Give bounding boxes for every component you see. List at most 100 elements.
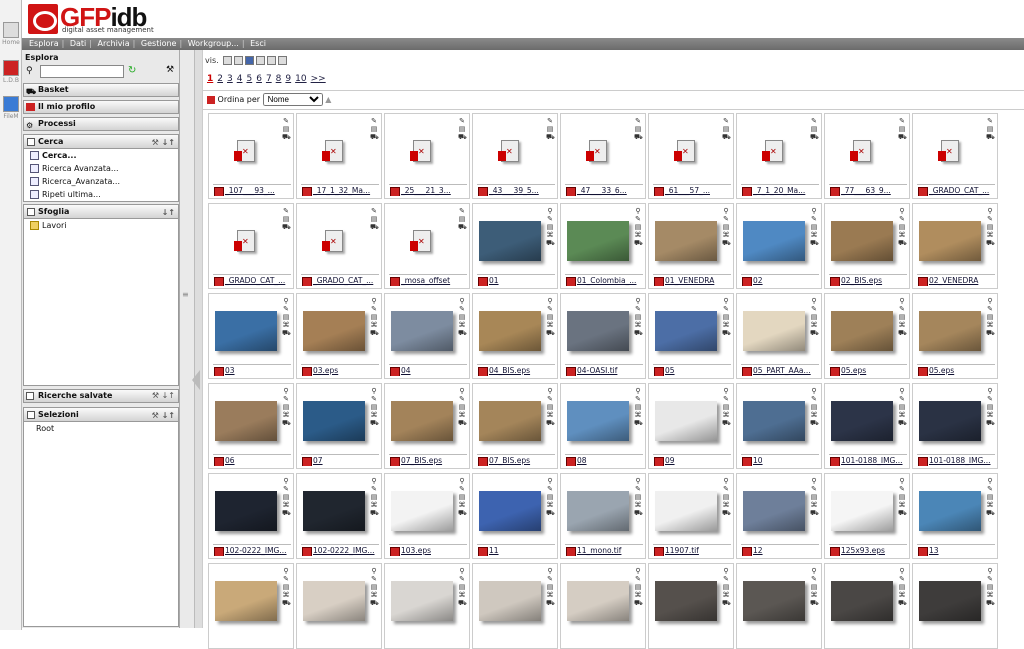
asset-filename[interactable]: 01_VENEDRA [653,274,731,286]
zoom-icon[interactable]: ⚲ [282,297,290,305]
edit-icon[interactable]: ✎ [634,575,642,583]
edit-icon[interactable]: ✎ [370,117,378,125]
edit-icon[interactable]: ✎ [546,575,554,583]
asset-tile[interactable]: ⚲ ✎ ▤ ⌘ ⛟ 02_BIS.eps [824,203,910,289]
edit-icon[interactable]: ✎ [986,575,994,583]
asset-tile[interactable]: ✎▤⛟ _43___39_5... [472,113,558,199]
info-icon[interactable]: ▤ [458,493,466,501]
info-icon[interactable]: ▤ [282,125,290,133]
edit-icon[interactable]: ✎ [634,215,642,223]
edit-icon[interactable]: ✎ [898,117,906,125]
edit-icon[interactable]: ✎ [634,117,642,125]
basket-icon[interactable]: ⛟ [370,329,379,337]
asset-thumbnail[interactable] [215,128,277,174]
edit-icon[interactable]: ✎ [458,485,466,493]
rail-filem[interactable]: FileM [2,96,20,120]
link-icon[interactable]: ⌘ [634,321,642,329]
info-icon[interactable]: ▤ [634,493,642,501]
page-link[interactable]: 8 [276,74,282,84]
asset-filename[interactable]: _107___93_... [213,184,291,196]
asset-thumbnail[interactable] [215,308,277,354]
zoom-icon[interactable]: ⚲ [634,567,642,575]
asset-filename[interactable]: 04 [389,364,467,376]
link-icon[interactable]: ⌘ [722,591,730,599]
basket-icon[interactable]: ⛟ [370,223,379,231]
asset-thumbnail[interactable] [655,128,717,174]
asset-tile[interactable]: ⚲ ✎ ▤ ⌘ ⛟ 03 [208,293,294,379]
page-link[interactable]: >> [311,74,326,84]
asset-thumbnail[interactable] [567,398,629,444]
asset-tile[interactable]: ⚲ ✎ ▤ ⌘ ⛟ 101-0188_IMG... [912,383,998,469]
search-item[interactable]: Ricerca_Avanzata... [24,175,178,188]
view-list-icon[interactable] [223,56,233,65]
panel-tools-icon[interactable]: ⚒ ↓↑ [152,136,175,149]
view-preview-icon[interactable] [267,56,277,65]
collapse-arrow-icon[interactable] [192,370,200,390]
asset-filename[interactable]: 02_BIS.eps [829,274,907,286]
zoom-icon[interactable]: ⚲ [546,477,554,485]
asset-tile[interactable]: ⚲ ✎ ▤ ⌘ ⛟ [208,563,294,649]
edit-icon[interactable]: ✎ [722,485,730,493]
asset-tile[interactable]: ⚲ ✎ ▤ ⌘ ⛟ 12 [736,473,822,559]
basket-icon[interactable]: ⛟ [370,599,379,607]
basket-icon[interactable]: ⛟ [986,239,995,247]
basket-icon[interactable]: ⛟ [546,239,555,247]
asset-tile[interactable]: ⚲ ✎ ▤ ⌘ ⛟ [560,563,646,649]
basket-icon[interactable]: ⛟ [282,419,291,427]
basket-icon[interactable]: ⛟ [282,223,291,231]
edit-icon[interactable]: ✎ [634,305,642,313]
edit-icon[interactable]: ✎ [546,395,554,403]
asset-tile[interactable]: ⚲ ✎ ▤ ⌘ ⛟ 11 [472,473,558,559]
splitter-grip[interactable]: ≡ [182,290,189,299]
asset-tile[interactable]: ✎▤⛟ _17_1_32_Ma... [296,113,382,199]
asset-thumbnail[interactable] [831,398,893,444]
rail-home[interactable]: Home [2,22,20,46]
asset-thumbnail[interactable] [567,128,629,174]
page-link[interactable]: 3 [227,74,233,84]
link-icon[interactable]: ⌘ [810,321,818,329]
basket-icon[interactable]: ⛟ [898,419,907,427]
zoom-icon[interactable]: ⚲ [722,387,730,395]
info-icon[interactable]: ▤ [810,125,818,133]
selection-item[interactable]: Root [24,422,178,435]
info-icon[interactable]: ▤ [986,313,994,321]
asset-thumbnail[interactable] [479,488,541,534]
asset-thumbnail[interactable] [743,308,805,354]
link-icon[interactable]: ⌘ [986,591,994,599]
info-icon[interactable]: ▤ [810,223,818,231]
link-icon[interactable]: ⌘ [546,321,554,329]
zoom-icon[interactable]: ⚲ [898,297,906,305]
edit-icon[interactable]: ✎ [722,305,730,313]
asset-filename[interactable]: 09 [653,454,731,466]
asset-tile[interactable]: ⚲ ✎ ▤ ⌘ ⛟ 05 [648,293,734,379]
asset-filename[interactable]: 125x93.eps [829,544,907,556]
link-icon[interactable]: ⌘ [282,501,290,509]
link-icon[interactable]: ⌘ [634,501,642,509]
link-icon[interactable]: ⌘ [282,591,290,599]
basket-icon[interactable]: ⛟ [810,239,819,247]
edit-icon[interactable]: ✎ [282,485,290,493]
asset-tile[interactable]: ⚲ ✎ ▤ ⌘ ⛟ 13 [912,473,998,559]
basket-icon[interactable]: ⛟ [458,509,467,517]
asset-thumbnail[interactable] [391,578,453,624]
info-icon[interactable]: ▤ [722,313,730,321]
basket-icon[interactable]: ⛟ [722,329,731,337]
asset-tile[interactable]: ⚲ ✎ ▤ ⌘ ⛟ 05.eps [912,293,998,379]
info-icon[interactable]: ▤ [546,583,554,591]
zoom-icon[interactable]: ⚲ [546,567,554,575]
basket-icon[interactable]: ⛟ [986,509,995,517]
asset-thumbnail[interactable] [743,488,805,534]
basket-icon[interactable]: ⛟ [898,329,907,337]
edit-icon[interactable]: ✎ [458,207,466,215]
edit-icon[interactable]: ✎ [898,485,906,493]
asset-tile[interactable]: ⚲ ✎ ▤ ⌘ ⛟ 02 [736,203,822,289]
basket-icon[interactable]: ⛟ [546,419,555,427]
browse-panel-header[interactable]: Sfoglia ↓↑ [24,205,178,219]
asset-filename[interactable]: 10 [741,454,819,466]
asset-filename[interactable]: 11_mono.tif [565,544,643,556]
asset-thumbnail[interactable] [479,308,541,354]
link-icon[interactable]: ⌘ [458,411,466,419]
asset-thumbnail[interactable] [391,488,453,534]
info-icon[interactable]: ▤ [898,125,906,133]
asset-tile[interactable]: ⚲ ✎ ▤ ⌘ ⛟ 125x93.eps [824,473,910,559]
